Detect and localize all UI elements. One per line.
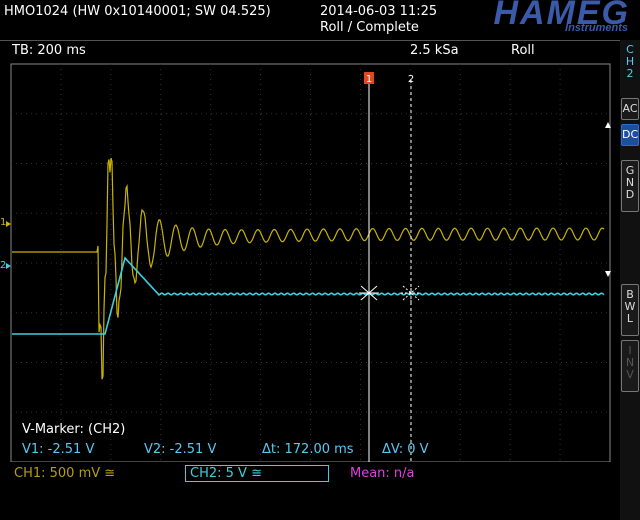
marker-v2: V2: -2.51 V xyxy=(144,442,217,457)
datetime: 2014-06-03 11:25 xyxy=(320,4,438,19)
bwl-button[interactable]: BWL xyxy=(621,284,639,336)
ch1-level-marker: 1 xyxy=(0,217,11,228)
graticule-frame xyxy=(10,63,611,462)
ch2-setting: CH2: 5 V ≅ xyxy=(190,466,262,481)
top-bar: HMO1024 (HW 0x10140001; SW 04.525) 2014-… xyxy=(0,0,640,40)
mean-measurement: Mean: n/a xyxy=(350,466,415,481)
cursor-2-label: 2 xyxy=(408,74,414,85)
waveform-display[interactable]: 1 2 1 2 xyxy=(0,60,620,462)
ch1-setting[interactable]: CH1: 500 mV ≅ xyxy=(14,466,115,481)
cursor-1-cross xyxy=(359,284,379,302)
device-info: HMO1024 (HW 0x10140001; SW 04.525) xyxy=(4,4,271,19)
ch2-level-marker: 2 xyxy=(0,260,11,271)
ch2-setting-box[interactable]: CH2: 5 V ≅ xyxy=(185,465,329,482)
acquisition-mode[interactable]: Roll xyxy=(511,43,535,58)
marker-delta-v: ΔV: 0 V xyxy=(382,442,429,457)
timebase[interactable]: TB: 200 ms xyxy=(12,43,86,58)
cursor-1-flag: 1 xyxy=(364,72,374,85)
brand-sub: Instruments xyxy=(565,22,628,34)
dc-coupling-button[interactable]: DC xyxy=(621,124,639,146)
marker-v1: V1: -2.51 V xyxy=(22,442,95,457)
svg-text:2: 2 xyxy=(0,260,6,271)
marker-delta-t: Δt: 172.00 ms xyxy=(262,442,354,457)
ac-coupling-button[interactable]: AC xyxy=(621,98,639,120)
sample-rate: 2.5 kSa xyxy=(410,43,459,58)
cursor-1-label: 1 xyxy=(366,74,372,85)
channel-sidebar: CH2 AC DC GND BWL INV xyxy=(620,40,640,520)
bottom-bar: CH1: 500 mV ≅ CH2: 5 V ≅ Mean: n/a xyxy=(0,462,620,520)
settings-bar: TB: 200 ms 2.5 kSa Roll xyxy=(0,40,620,61)
acquisition-status: Roll / Complete xyxy=(320,20,419,35)
brand-logo: HAMEG Instruments xyxy=(450,0,636,40)
inv-button[interactable]: INV xyxy=(621,340,639,392)
gnd-button[interactable]: GND xyxy=(621,160,639,212)
marker-title: V-Marker: (CH2) xyxy=(22,422,126,437)
sidebar-channel-label: CH2 xyxy=(625,43,635,80)
svg-text:1: 1 xyxy=(0,217,6,228)
